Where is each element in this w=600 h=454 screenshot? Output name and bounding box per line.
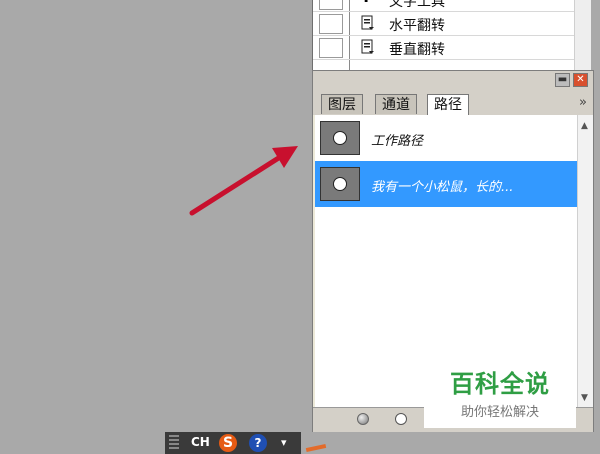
history-item[interactable]: 垂直翻转 [313, 36, 575, 60]
history-item-label: 垂直翻转 [389, 42, 445, 58]
minimize-button[interactable]: ▬ [555, 73, 570, 87]
chevron-down-icon[interactable]: ▾ [281, 436, 287, 449]
history-state-icon [361, 39, 374, 54]
panel-titlebar[interactable]: ▬ ✕ [313, 71, 593, 91]
path-thumbnail [320, 167, 360, 201]
history-panel: T 文字工具 水平翻转 垂直翻转 [312, 0, 591, 70]
history-item-label: 水平翻转 [389, 18, 445, 34]
close-button[interactable]: ✕ [573, 73, 588, 87]
panel-tabbar: 图层 通道 路径 » [313, 91, 593, 115]
panel-menu-icon[interactable]: » [579, 95, 587, 110]
paths-scrollbar[interactable]: ▲ ▼ [577, 115, 593, 407]
history-checkbox[interactable] [319, 0, 343, 10]
stroke-path-button[interactable] [395, 413, 407, 425]
red-arrow-annotation [189, 146, 298, 216]
path-row-text-path[interactable]: 我有一个小松鼠，长的... [315, 161, 577, 207]
path-row-work-path[interactable]: 工作路径 [315, 115, 577, 161]
watermark-subtitle: 助你轻松解决 [460, 405, 539, 420]
help-icon[interactable]: ? [249, 434, 267, 452]
history-item[interactable]: T 文字工具 [313, 0, 575, 12]
fill-path-button[interactable] [357, 413, 369, 425]
path-thumbnail [320, 121, 360, 155]
tab-layers[interactable]: 图层 [321, 94, 363, 114]
history-checkbox[interactable] [319, 14, 343, 34]
history-state-icon [361, 15, 374, 30]
tab-channels[interactable]: 通道 [375, 94, 417, 114]
history-item[interactable]: 水平翻转 [313, 12, 575, 36]
history-scrollbar[interactable] [574, 0, 591, 70]
type-tool-icon: T [361, 0, 375, 6]
grip-icon[interactable] [169, 435, 179, 451]
history-checkbox[interactable] [319, 38, 343, 58]
ime-language-toggle[interactable]: CH [191, 435, 210, 449]
tab-paths[interactable]: 路径 [427, 94, 469, 115]
watermark-title: 百科全说 [450, 370, 550, 398]
ime-toolbar: CH S ? ▾ [165, 432, 301, 454]
circle-path-icon [333, 177, 347, 191]
path-name: 我有一个小松鼠，长的... [371, 180, 514, 195]
history-item-label: 文字工具 [389, 0, 445, 10]
watermark: 百科全说 助你轻松解决 [424, 356, 576, 428]
scroll-down-icon[interactable]: ▼ [581, 393, 588, 403]
sogou-logo-icon[interactable]: S [219, 434, 237, 452]
scroll-up-icon[interactable]: ▲ [581, 121, 588, 131]
circle-path-icon [333, 131, 347, 145]
path-name: 工作路径 [371, 134, 424, 149]
orange-mark [305, 443, 327, 453]
